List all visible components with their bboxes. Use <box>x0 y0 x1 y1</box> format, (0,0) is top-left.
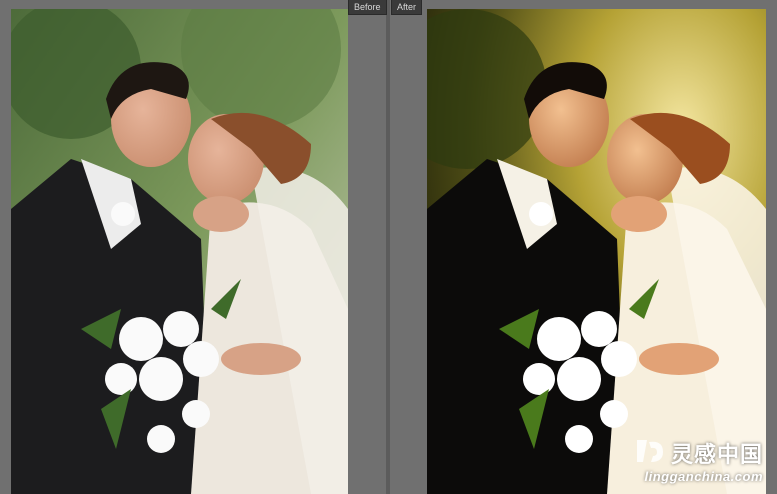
after-label: After <box>391 0 423 15</box>
before-photo <box>11 9 348 494</box>
before-label: Before <box>348 0 387 15</box>
panel-divider[interactable] <box>386 0 390 494</box>
watermark-chinese: 灵感中国 <box>670 442 763 467</box>
watermark-url: lingganchina.com <box>644 469 763 484</box>
lg-logo-icon <box>635 438 665 469</box>
watermark: 灵感中国 lingganchina.com <box>635 437 763 484</box>
after-photo <box>427 9 766 494</box>
